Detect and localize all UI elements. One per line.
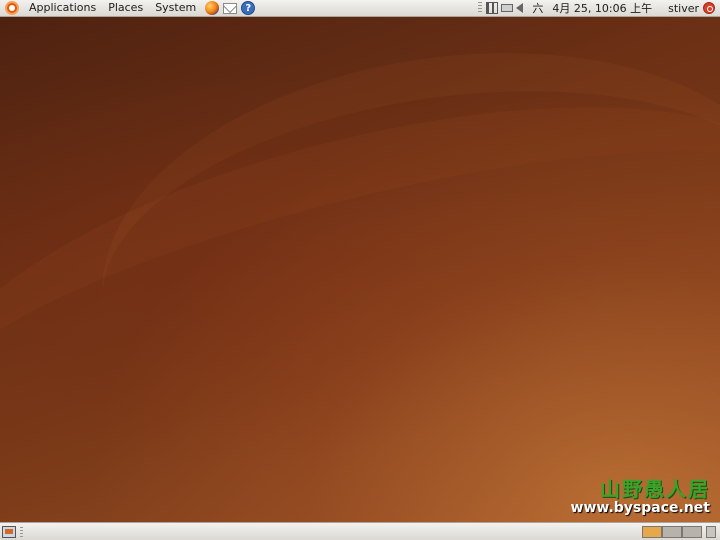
- user-switcher[interactable]: stiver: [664, 2, 703, 15]
- workspace-2[interactable]: [662, 525, 682, 538]
- system-tray: 六 4月 25, 10:06 上午 stiver: [478, 0, 720, 16]
- battery-tray[interactable]: [501, 2, 514, 14]
- workspace-3[interactable]: [682, 525, 702, 538]
- network-icon: [486, 2, 499, 14]
- power-icon[interactable]: [703, 2, 715, 14]
- applications-menu[interactable]: Applications: [23, 0, 102, 16]
- workspace-1[interactable]: [642, 525, 662, 538]
- mail-launcher[interactable]: [222, 0, 238, 16]
- help-icon: ?: [241, 1, 256, 15]
- menu-bar: Applications Places System ?: [0, 0, 256, 16]
- battery-icon: [501, 4, 514, 12]
- system-menu[interactable]: System: [149, 0, 202, 16]
- volume-icon[interactable]: [516, 3, 524, 13]
- clock[interactable]: 4月 25, 10:06 上午: [546, 0, 658, 16]
- top-panel: Applications Places System ? 六 4月 25, 10…: [0, 0, 720, 17]
- firefox-icon: [205, 1, 220, 15]
- desktop[interactable]: 山野愚人居 www.byspace.net: [0, 10, 720, 540]
- trash-icon[interactable]: [706, 525, 716, 538]
- places-menu[interactable]: Places: [102, 0, 149, 16]
- watermark: 山野愚人居 www.byspace.net: [571, 473, 710, 516]
- show-desktop-icon[interactable]: [2, 525, 16, 538]
- workspace-switcher: [642, 525, 702, 538]
- panel-grip[interactable]: [478, 2, 483, 14]
- mail-icon: [223, 2, 238, 14]
- help-launcher[interactable]: ?: [240, 0, 256, 16]
- ubuntu-logo-icon[interactable]: [5, 1, 19, 15]
- watermark-chinese: 山野愚人居: [600, 477, 710, 501]
- bottom-panel-grip[interactable]: [20, 526, 23, 537]
- weekday-label: 六: [532, 2, 544, 15]
- network-tray[interactable]: [486, 2, 499, 14]
- watermark-url: www.byspace.net: [570, 500, 710, 516]
- firefox-launcher[interactable]: [204, 0, 220, 16]
- bottom-panel: [0, 522, 720, 540]
